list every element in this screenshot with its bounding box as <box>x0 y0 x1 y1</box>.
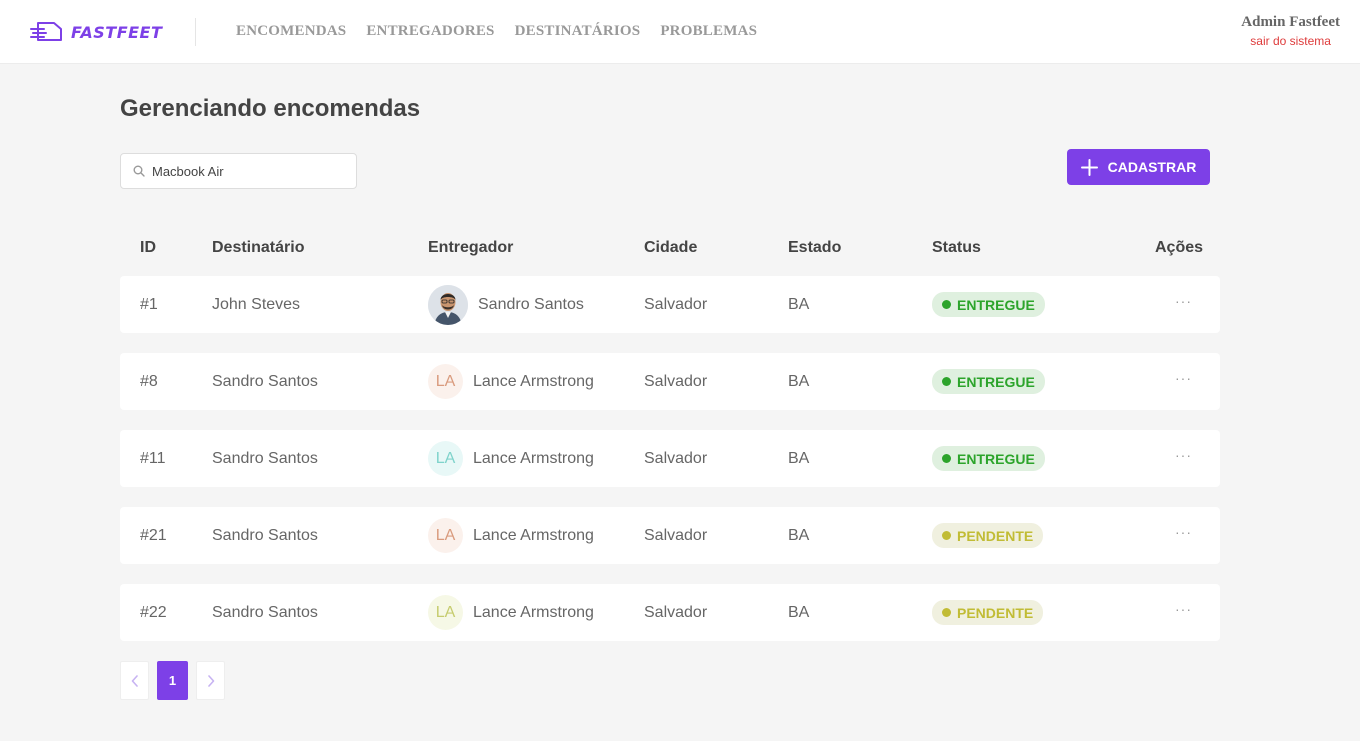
cell-city: Salvador <box>644 526 708 544</box>
pagination-next-button[interactable] <box>196 661 225 700</box>
status-dot <box>942 454 951 463</box>
status-badge: PENDENTE <box>932 600 1044 625</box>
add-button-label: CADASTRAR <box>1107 159 1197 175</box>
nav-entregadores[interactable]: ENTREGADORES <box>366 23 494 40</box>
cell-state: BA <box>788 526 810 544</box>
cell-courier: LA Lance Armstrong <box>428 584 594 641</box>
status-dot <box>942 531 951 540</box>
courier-avatar-photo <box>428 284 468 325</box>
cell-id: #22 <box>140 603 167 621</box>
cell-courier: LA Lance Armstrong <box>428 353 594 410</box>
user-profile: Admin Fastfeet sair do sistema <box>1241 14 1340 48</box>
cell-recipient: Sandro Santos <box>212 372 318 390</box>
chevron-left-icon <box>131 674 138 687</box>
top-header: FASTFEET ENCOMENDAS ENTREGADORES DESTINA… <box>0 0 1360 64</box>
search-input[interactable] <box>152 163 342 179</box>
status-badge: PENDENTE <box>932 523 1044 548</box>
table-row: #1 John Steves Sandro Santos Salvador BA… <box>120 276 1220 333</box>
courier-name: Lance Armstrong <box>473 372 594 390</box>
plus-icon <box>1080 158 1098 176</box>
header-divider <box>195 18 196 46</box>
cell-id: #11 <box>140 449 166 467</box>
table-row: #22 Sandro Santos LA Lance Armstrong Sal… <box>120 584 1220 641</box>
cell-id: #21 <box>140 526 167 544</box>
courier-avatar: LA <box>428 441 463 476</box>
cell-recipient: Sandro Santos <box>212 449 318 467</box>
column-header-recipient: Destinatário <box>212 239 305 256</box>
logo[interactable]: FASTFEET <box>30 20 162 44</box>
courier-name: Lance Armstrong <box>473 603 594 621</box>
cell-city: Salvador <box>644 603 708 621</box>
search-icon <box>133 165 145 177</box>
more-icon[interactable]: ··· <box>1175 370 1192 386</box>
logo-text: FASTFEET <box>71 22 163 42</box>
cell-status: ENTREGUE <box>932 353 1045 410</box>
courier-name: Sandro Santos <box>478 295 584 313</box>
page-title: Gerenciando encomendas <box>120 95 421 122</box>
search-box[interactable] <box>120 153 357 189</box>
cell-courier: Sandro Santos <box>428 276 584 333</box>
status-dot <box>942 300 951 309</box>
status-dot <box>942 377 951 386</box>
courier-name: Lance Armstrong <box>473 526 594 544</box>
courier-avatar: LA <box>428 518 463 553</box>
more-icon[interactable]: ··· <box>1175 447 1192 463</box>
status-label: ENTREGUE <box>957 296 1035 313</box>
nav-problemas[interactable]: PROBLEMAS <box>660 23 757 40</box>
more-icon[interactable]: ··· <box>1175 293 1192 309</box>
cell-courier: LA Lance Armstrong <box>428 507 594 564</box>
status-label: ENTREGUE <box>957 373 1035 390</box>
cell-status: ENTREGUE <box>932 430 1045 487</box>
status-dot <box>942 608 951 617</box>
table-row: #11 Sandro Santos LA Lance Armstrong Sal… <box>120 430 1220 487</box>
nav-destinatarios[interactable]: DESTINATÁRIOS <box>515 23 641 40</box>
cell-state: BA <box>788 295 810 313</box>
pagination-current-page[interactable]: 1 <box>157 661 188 700</box>
cell-courier: LA Lance Armstrong <box>428 430 594 487</box>
cell-city: Salvador <box>644 449 708 467</box>
column-header-city: Cidade <box>644 239 698 256</box>
more-icon[interactable]: ··· <box>1175 601 1192 617</box>
cell-city: Salvador <box>644 295 708 313</box>
column-header-courier: Entregador <box>428 239 514 256</box>
cell-recipient: John Steves <box>212 295 301 313</box>
nav-encomendas[interactable]: ENCOMENDAS <box>236 23 346 40</box>
column-header-actions: Ações <box>1155 239 1204 256</box>
courier-name: Lance Armstrong <box>473 449 594 467</box>
add-button[interactable]: CADASTRAR <box>1067 149 1210 185</box>
status-label: ENTREGUE <box>957 450 1035 467</box>
column-header-status: Status <box>932 239 981 256</box>
user-name: Admin Fastfeet <box>1241 14 1340 30</box>
status-label: PENDENTE <box>957 604 1034 621</box>
cell-city: Salvador <box>644 372 708 390</box>
cell-id: #8 <box>140 372 158 390</box>
cell-state: BA <box>788 372 810 390</box>
column-header-id: ID <box>140 239 156 256</box>
cell-id: #1 <box>140 295 158 313</box>
cell-status: ENTREGUE <box>932 276 1045 333</box>
cell-status: PENDENTE <box>932 507 1044 564</box>
logout-link[interactable]: sair do sistema <box>1241 34 1340 48</box>
table-row: #21 Sandro Santos LA Lance Armstrong Sal… <box>120 507 1220 564</box>
column-header-state: Estado <box>788 239 842 256</box>
status-label: PENDENTE <box>957 527 1034 544</box>
truck-logo-icon <box>30 22 62 41</box>
cell-recipient: Sandro Santos <box>212 526 318 544</box>
chevron-right-icon <box>207 674 214 687</box>
cell-state: BA <box>788 449 810 467</box>
status-badge: ENTREGUE <box>932 292 1045 317</box>
main-nav: ENCOMENDAS ENTREGADORES DESTINATÁRIOS PR… <box>236 23 757 40</box>
table-row: #8 Sandro Santos LA Lance Armstrong Salv… <box>120 353 1220 410</box>
cell-state: BA <box>788 603 810 621</box>
courier-avatar: LA <box>428 364 463 399</box>
courier-avatar: LA <box>428 595 463 630</box>
status-badge: ENTREGUE <box>932 446 1045 471</box>
pagination-prev-button[interactable] <box>120 661 149 700</box>
more-icon[interactable]: ··· <box>1175 524 1192 540</box>
cell-recipient: Sandro Santos <box>212 603 318 621</box>
cell-status: PENDENTE <box>932 584 1044 641</box>
status-badge: ENTREGUE <box>932 369 1045 394</box>
